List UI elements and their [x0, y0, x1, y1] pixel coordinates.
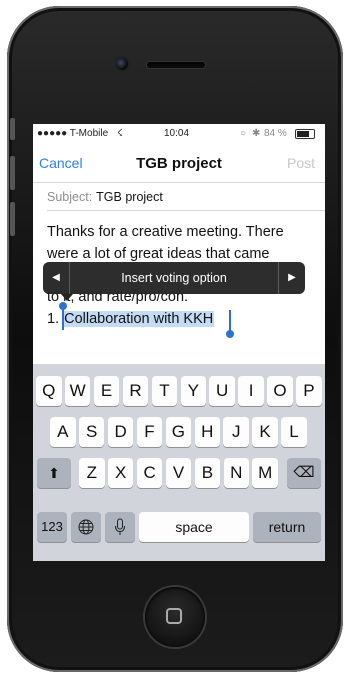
home-square-icon	[166, 608, 182, 624]
key-r[interactable]: R	[122, 376, 149, 406]
insert-voting-option-button[interactable]: Insert voting option	[69, 262, 279, 294]
mic-key[interactable]	[105, 512, 135, 542]
key-g[interactable]: G	[165, 417, 192, 447]
edit-menu-popup: ◀ Insert voting option ▶	[43, 262, 305, 294]
key-u[interactable]: U	[209, 376, 235, 406]
microphone-icon	[115, 518, 125, 535]
key-e[interactable]: E	[93, 376, 120, 406]
key-o[interactable]: O	[267, 376, 293, 406]
key-b[interactable]: B	[194, 458, 221, 488]
phone-screen: ●●●●● T-Mobile ☇ 10:04 ○ ✱ 84 % Cancel T…	[33, 124, 325, 561]
front-camera	[116, 58, 128, 70]
selection-start-bar	[62, 308, 64, 330]
body-line-2: were a lot of great ideas that came	[47, 246, 270, 262]
selection-end-bar	[229, 310, 231, 332]
key-h[interactable]: H	[194, 417, 221, 447]
clock: 10:04	[164, 128, 190, 139]
globe-icon	[78, 519, 94, 535]
volume-down-button	[10, 202, 15, 236]
home-button[interactable]	[145, 587, 205, 647]
key-t[interactable]: T	[151, 376, 178, 406]
wifi-icon: ☇	[117, 128, 123, 139]
return-key[interactable]: return	[253, 512, 321, 542]
key-q[interactable]: Q	[36, 376, 62, 406]
key-n[interactable]: N	[223, 458, 250, 488]
body-line-1: Thanks for a creative meeting. There	[47, 224, 284, 240]
battery-percent: 84 %	[264, 128, 287, 139]
key-j[interactable]: J	[223, 417, 249, 447]
key-l[interactable]: L	[281, 417, 307, 447]
key-x[interactable]: X	[107, 458, 134, 488]
earpiece-speaker	[147, 62, 205, 68]
key-a[interactable]: A	[50, 417, 76, 447]
key-d[interactable]: D	[107, 417, 134, 447]
key-v[interactable]: V	[165, 458, 192, 488]
body-line-4: 1. Collaboration with KKH	[47, 311, 215, 327]
list-number: 1.	[47, 311, 64, 327]
subject-divider	[47, 210, 325, 211]
key-w[interactable]: W	[64, 376, 91, 406]
key-i[interactable]: I	[238, 376, 264, 406]
backspace-key[interactable]: ⌫	[287, 458, 321, 488]
status-bar: ●●●●● T-Mobile ☇ 10:04 ○ ✱ 84 %	[33, 124, 325, 142]
lock-rotation-icon: ○	[240, 128, 247, 139]
shift-key[interactable]: ⬆	[37, 458, 71, 488]
carrier-label: ●●●●● T-Mobile	[37, 128, 109, 139]
battery-icon	[295, 129, 315, 139]
selection-end-handle[interactable]	[226, 330, 234, 338]
selected-text[interactable]: Collaboration with KKH	[63, 311, 215, 327]
key-m[interactable]: M	[252, 458, 278, 488]
popup-pointer	[61, 294, 73, 301]
popup-next-arrow[interactable]: ▶	[278, 262, 305, 294]
key-s[interactable]: S	[78, 417, 105, 447]
popup-prev-arrow[interactable]: ◀	[43, 262, 70, 294]
key-z[interactable]: Z	[79, 458, 105, 488]
numbers-key[interactable]: 123	[37, 512, 67, 542]
key-y[interactable]: Y	[180, 376, 207, 406]
post-button[interactable]: Post	[287, 155, 315, 171]
subject-field[interactable]: Subject: TGB project	[47, 190, 163, 204]
globe-key[interactable]	[71, 512, 101, 542]
keyboard: QWERTYUIOP ASDFGHJKL ZXCVBNM ⬆ ⌫ 123 spa…	[33, 364, 325, 561]
page-title: TGB project	[136, 155, 222, 172]
key-k[interactable]: K	[252, 417, 278, 447]
key-f[interactable]: F	[136, 417, 163, 447]
bluetooth-icon: ✱	[252, 128, 261, 139]
nav-bar: Cancel TGB project Post	[33, 142, 325, 183]
subject-value: TGB project	[96, 190, 163, 204]
battery-fill	[297, 131, 309, 137]
key-p[interactable]: P	[296, 376, 322, 406]
subject-label: Subject:	[47, 190, 93, 204]
key-c[interactable]: C	[136, 458, 163, 488]
space-key[interactable]: space	[139, 512, 249, 542]
mute-switch	[10, 118, 15, 140]
volume-up-button	[10, 156, 15, 190]
